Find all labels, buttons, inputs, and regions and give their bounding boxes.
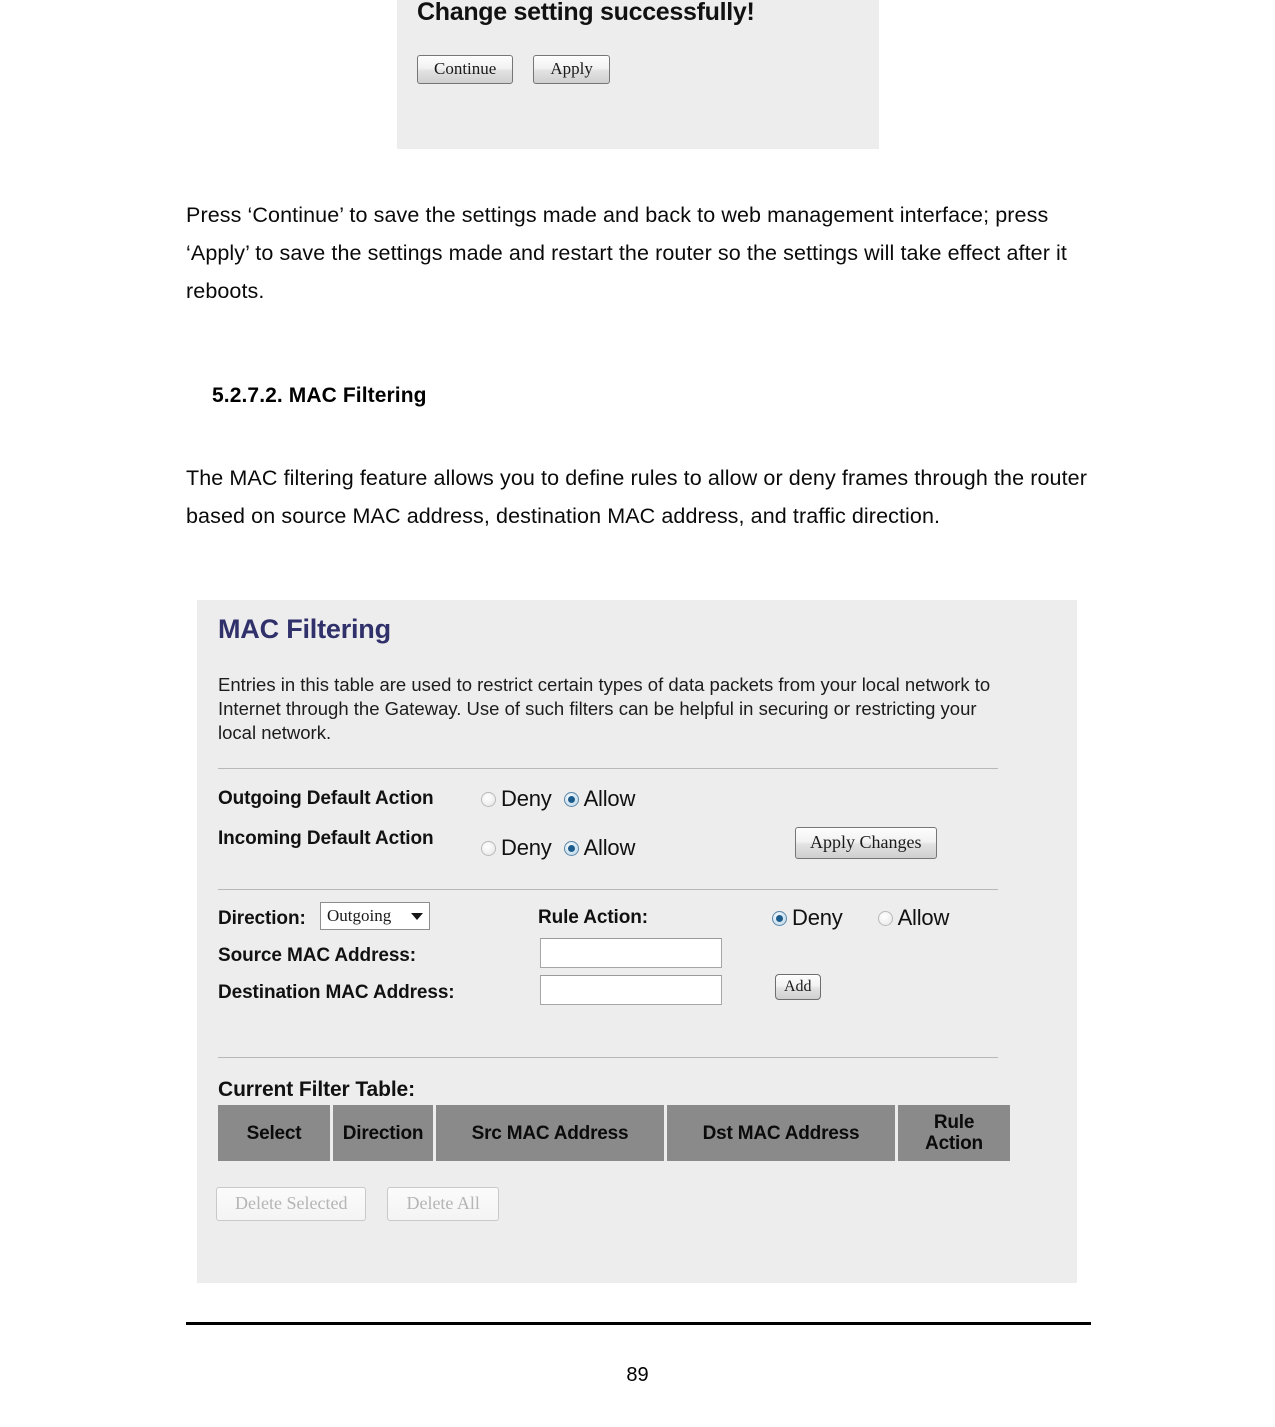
panel-description: Entries in this table are used to restri… <box>218 674 991 743</box>
chevron-down-icon <box>411 912 423 920</box>
incoming-deny-label: Deny <box>501 835 552 860</box>
add-button[interactable]: Add <box>775 974 821 1000</box>
change-setting-screenshot: Change setting successfully! Continue Ap… <box>397 0 879 149</box>
table-header-rule-action: Rule Action <box>898 1105 1010 1161</box>
outgoing-allow-label: Allow <box>583 786 636 811</box>
intro-paragraph: Press ‘Continue’ to save the settings ma… <box>186 203 1068 303</box>
table-header-select: Select <box>218 1105 330 1161</box>
outgoing-deny-label: Deny <box>501 786 552 811</box>
divider-top <box>218 768 998 769</box>
incoming-default-action-label: Incoming Default Action <box>218 828 434 849</box>
mac-filtering-description-paragraph: The MAC filtering feature allows you to … <box>186 466 1088 528</box>
delete-all-button[interactable]: Delete All <box>387 1187 499 1221</box>
success-button-row: Continue Apply <box>417 55 610 84</box>
section-heading: 5.2.7.2. MAC Filtering <box>212 384 427 407</box>
rule-action-label: Rule Action: <box>538 907 648 928</box>
radio-checked-icon <box>772 910 787 926</box>
incoming-allow-label: Allow <box>583 835 636 860</box>
delete-button-row: Delete Selected Delete All <box>216 1187 499 1221</box>
source-mac-input[interactable] <box>540 938 722 968</box>
panel-title: MAC Filtering <box>218 614 391 644</box>
incoming-deny-radio[interactable]: Deny <box>481 835 552 861</box>
radio-checked-icon <box>563 840 579 856</box>
table-header-dst-mac: Dst MAC Address <box>667 1105 895 1161</box>
delete-selected-button[interactable]: Delete Selected <box>216 1187 367 1221</box>
direction-selected-value: Outgoing <box>327 906 392 925</box>
page-number: 89 <box>626 1364 649 1386</box>
outgoing-allow-radio[interactable]: Allow <box>563 786 636 812</box>
rule-action-radios: Deny Allow <box>772 905 949 931</box>
radio-unchecked-icon <box>481 791 496 807</box>
divider-bottom <box>218 1057 998 1058</box>
table-header-src-mac: Src MAC Address <box>436 1105 664 1161</box>
success-message: Change setting successfully! <box>417 0 755 26</box>
direction-label: Direction: <box>218 908 306 929</box>
divider-middle <box>218 889 998 890</box>
direction-select[interactable]: Outgoing <box>320 902 430 930</box>
current-filter-table-label: Current Filter Table: <box>218 1078 416 1101</box>
outgoing-deny-radio[interactable]: Deny <box>481 786 552 812</box>
mac-filtering-screenshot: MAC Filtering Entries in this table are … <box>197 600 1077 1283</box>
rule-action-allow-radio[interactable]: Allow <box>877 905 950 931</box>
radio-checked-icon <box>563 791 579 807</box>
table-header-direction: Direction <box>333 1105 433 1161</box>
rule-action-allow-label: Allow <box>897 905 950 930</box>
current-filter-table: Select Direction Src MAC Address Dst MAC… <box>218 1105 1010 1161</box>
apply-button[interactable]: Apply <box>533 55 610 84</box>
outgoing-default-action-radios: Deny Allow <box>481 786 635 812</box>
radio-unchecked-icon <box>481 840 496 856</box>
rule-action-deny-radio[interactable]: Deny <box>772 905 843 931</box>
footer-divider <box>186 1322 1091 1325</box>
apply-changes-button[interactable]: Apply Changes <box>795 827 937 859</box>
outgoing-default-action-label: Outgoing Default Action <box>218 788 434 809</box>
radio-unchecked-icon <box>877 910 893 926</box>
destination-mac-label: Destination MAC Address: <box>218 982 455 1003</box>
incoming-allow-radio[interactable]: Allow <box>563 835 636 861</box>
source-mac-label: Source MAC Address: <box>218 945 416 966</box>
incoming-default-action-radios: Deny Allow <box>481 835 635 861</box>
destination-mac-input[interactable] <box>540 975 722 1005</box>
rule-action-deny-label: Deny <box>792 905 843 930</box>
continue-button[interactable]: Continue <box>417 55 514 84</box>
